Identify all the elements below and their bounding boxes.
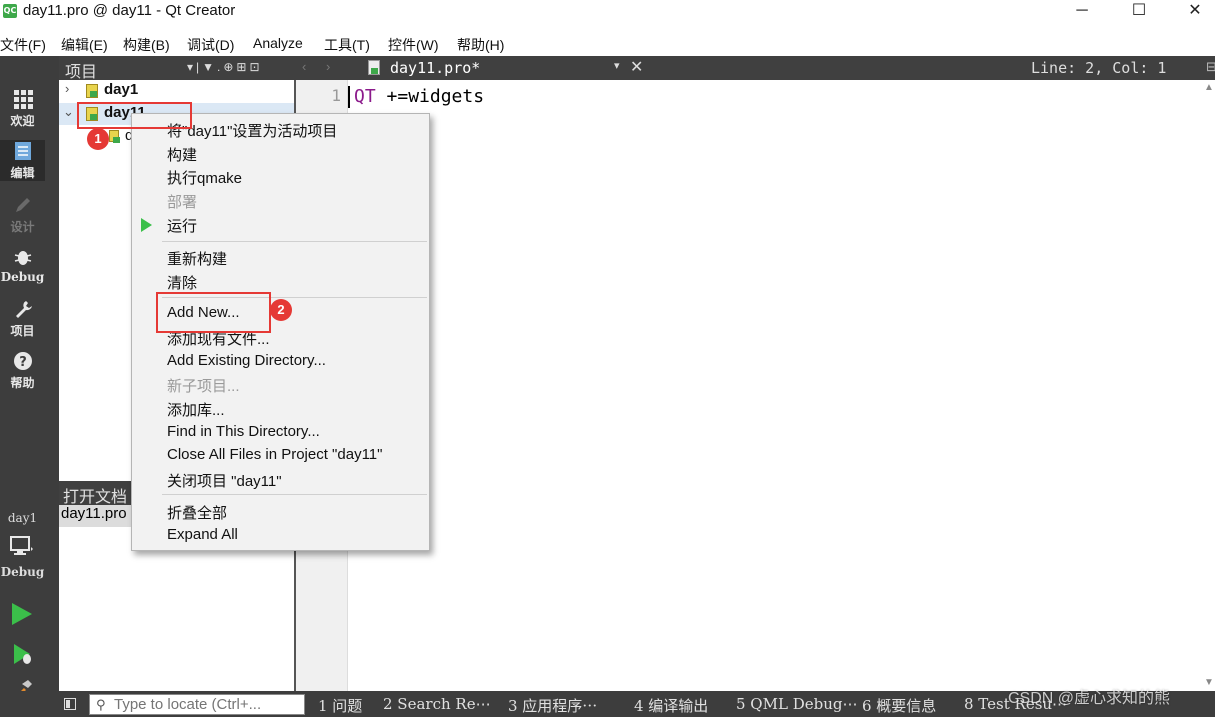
output-tab-general-messages[interactable]: 6 概要信息 [862,695,936,716]
tree-row-day1[interactable]: › day1 [59,80,294,102]
menu-item-clean[interactable]: 清除 [167,272,197,293]
menu-item-run[interactable]: 运行 [167,215,197,236]
chevron-down-icon[interactable]: ▾ [614,59,620,72]
menu-edit[interactable]: 编辑(E) [61,35,108,55]
minimize-button[interactable]: ─ [1059,0,1105,24]
search-icon: ⚲ [96,697,106,712]
locator[interactable]: ⚲ [89,694,305,715]
svg-text:?: ? [19,355,27,370]
menu-tools[interactable]: 工具(T) [324,35,370,55]
split-view-icon[interactable]: ⊟ [1206,59,1215,75]
menu-bar: 文件(F) 编辑(E) 构建(B) 调试(D) Analyze 工具(T) 控件… [0,33,1215,55]
scroll-up-arrow-icon[interactable]: ▲ [1204,82,1214,93]
open-documents-title: 打开文档 [63,487,128,506]
menu-item-collapse-all[interactable]: 折叠全部 [167,502,227,523]
project-panel-tools[interactable]: ▾|▼.⊕⊞⊡ [187,60,263,74]
bug-icon [14,251,31,265]
output-tab-app-output[interactable]: 3 应用程序⋯ [508,695,597,716]
project-panel-header: 项目 ▾|▼.⊕⊞⊡ [59,56,296,82]
mode-selector-bar: 欢迎 编辑 设计 Debug 项目 ? 帮助 day1 Debug [0,56,59,717]
run-button[interactable] [12,603,32,625]
output-tab-issues[interactable]: 1 问题 [318,695,362,716]
menu-item-add-existing-directory[interactable]: Add Existing Directory... [167,352,326,369]
menu-item-close-project[interactable]: 关闭项目 "day11" [167,470,282,491]
nav-back-forward[interactable]: ‹ › [302,59,338,74]
output-tab-qml-debug[interactable]: 5 QML Debug⋯ [736,695,857,713]
pencil-icon [15,198,30,212]
mode-debug[interactable]: Debug [0,246,45,284]
document-icon [14,142,31,160]
code-line-1[interactable]: QT +=widgets [354,86,484,107]
project-panel-title[interactable]: 项目 [65,58,97,82]
menu-item-run-qmake[interactable]: 执行qmake [167,167,242,188]
menu-item-expand-all[interactable]: Expand All [167,526,238,543]
menu-item-new-subproject: 新子项目... [167,378,240,395]
mode-debug-label: Debug [0,270,45,284]
pro-file-icon [109,130,120,143]
menu-separator [162,241,427,242]
title-bar: QC day11.pro @ day11 - Qt Creator ─ ☐ ✕ [0,0,1215,24]
annotation-box-1 [77,102,192,129]
menu-item-deploy: 部署 [167,194,198,211]
mode-help[interactable]: ? 帮助 [0,350,45,391]
grid-icon [13,90,33,109]
pro-file-icon [368,60,380,75]
menu-item-build[interactable]: 构建 [167,144,197,165]
code-text: +=widgets [375,86,485,107]
close-document-icon[interactable]: ✕ [630,57,643,77]
menu-help[interactable]: 帮助(H) [457,35,504,55]
mode-edit[interactable]: 编辑 [0,140,45,181]
mode-projects-label: 项目 [10,324,35,338]
chevron-right-icon[interactable]: › [65,81,69,96]
kit-project-name: day1 [7,511,38,525]
code-keyword: QT [354,86,376,107]
pro-file-icon [86,84,98,98]
menu-analyze[interactable]: Analyze [253,35,303,51]
window-title: day11.pro @ day11 - Qt Creator [23,2,236,19]
menu-item-add-library[interactable]: 添加库... [167,399,225,420]
menu-widgets[interactable]: 控件(W) [388,35,439,55]
mode-design[interactable]: 设计 [0,194,45,235]
annotation-box-2 [156,292,271,333]
menu-file[interactable]: 文件(F) [0,35,46,55]
menu-separator [162,494,427,495]
close-window-button[interactable]: ✕ [1172,0,1215,24]
tree-label-day1: day1 [104,81,139,98]
mode-projects[interactable]: 项目 [0,298,45,339]
editor-toolbar: ‹ › day11.pro* ▾ ✕ Line: 2, Col: 1 ⊟ [296,56,1215,80]
current-document-name[interactable]: day11.pro* [390,59,480,77]
mode-welcome[interactable]: 欢迎 [0,88,45,129]
line-number: 1 [331,86,341,105]
locator-input[interactable] [114,695,302,714]
menu-debug[interactable]: 调试(D) [187,35,234,55]
mode-welcome-label: 欢迎 [10,114,35,128]
maximize-button[interactable]: ☐ [1116,0,1162,24]
kit-build-mode: Debug [0,565,45,579]
run-icon [141,218,152,232]
mode-design-label: 设计 [10,220,35,234]
scroll-down-arrow-icon[interactable]: ▼ [1204,677,1214,688]
mode-edit-label: 编辑 [10,166,35,180]
watermark: CSDN @虚心求知的熊 [1008,690,1171,707]
menu-item-close-all-files[interactable]: Close All Files in Project "day11" [167,446,382,463]
monitor-icon[interactable] [10,535,34,557]
menu-item-rebuild[interactable]: 重新构建 [167,248,227,269]
debug-run-icon[interactable] [12,642,34,666]
menu-item-set-active-project[interactable]: 将"day11"设置为活动项目 [167,120,337,141]
cursor-position: Line: 2, Col: 1 [1031,59,1167,77]
wrench-icon [15,301,32,318]
qt-creator-app-icon: QC [3,4,17,18]
text-cursor [348,86,350,108]
toggle-sidebar-icon[interactable] [64,698,76,710]
annotation-badge-2: 2 [270,299,292,321]
chevron-down-icon[interactable]: ⌄ [63,104,74,120]
help-icon: ? [13,352,32,370]
menu-item-find-in-directory[interactable]: Find in This Directory... [167,423,320,440]
menu-build[interactable]: 构建(B) [123,35,170,55]
mode-help-label: 帮助 [10,376,35,390]
annotation-badge-1: 1 [87,128,109,150]
editor-scrollbar[interactable] [1202,80,1215,691]
output-tab-compile-output[interactable]: 4 编译输出 [634,695,708,716]
output-tab-search-results[interactable]: 2 Search Re⋯ [383,695,491,713]
